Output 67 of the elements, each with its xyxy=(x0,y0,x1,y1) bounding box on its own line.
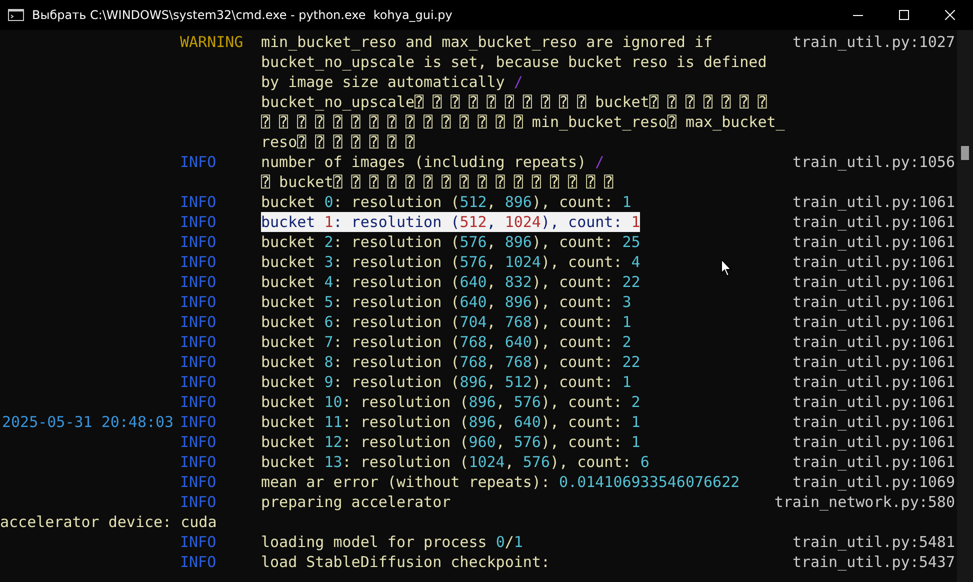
log-source: train_util.py:1061 xyxy=(792,292,956,312)
log-source: train_util.py:1061 xyxy=(792,452,956,472)
log-message: bucket 10: resolution (896, 576), count: 2 xyxy=(261,392,640,412)
scroll-thumb[interactable] xyxy=(961,146,969,160)
log-message: bucket 12: resolution (960, 576), count: 1 xyxy=(261,432,640,452)
window-title: Выбрать C:\WINDOWS\system32\cmd.exe - python.exe kohya_gui.py xyxy=(32,8,454,22)
log-message: load StableDiffusion checkpoint: xyxy=(261,552,550,572)
log-level: INFO xyxy=(180,192,218,212)
maximize-icon xyxy=(899,10,909,20)
log-message: bucket 2: resolution (576, 896), count: 25 xyxy=(261,232,640,252)
close-icon xyxy=(945,10,955,20)
log-source: train_util.py:1061 xyxy=(792,352,956,372)
log-level: INFO xyxy=(180,352,218,372)
log-level: INFO xyxy=(180,552,218,572)
log-source: train_util.py:1061 xyxy=(792,372,956,392)
log-message: bucket 1: resolution (512, 1024), count: 1 xyxy=(261,212,640,232)
log-source: train_util.py:1061 xyxy=(792,412,956,432)
log-message: bucket 0: resolution (512, 896), count: 1 xyxy=(261,192,632,212)
log-source: train_util.py:1061 xyxy=(792,392,956,412)
log-message: bucket 6: resolution (704, 768), count: 1 xyxy=(261,312,632,332)
log-source: train_util.py:1061 xyxy=(792,212,956,232)
log-source: train_util.py:1061 xyxy=(792,432,956,452)
log-level: INFO xyxy=(180,292,218,312)
log-source: train_util.py:1069 xyxy=(792,472,956,492)
scrollbar[interactable] xyxy=(957,30,973,582)
log-source: train_util.py:1061 xyxy=(792,252,956,272)
log-level: INFO xyxy=(180,492,218,512)
log-source: train_util.py:1061 xyxy=(792,332,956,352)
log-source: train_util.py:1056 xyxy=(792,152,956,172)
log-message: preparing accelerator xyxy=(261,492,451,512)
log-message: bucket 8: resolution (768, 768), count: 22 xyxy=(261,352,640,372)
log-timestamp: 2025-05-31 20:48:03 xyxy=(1,412,175,432)
log-source: train_util.py:1027 xyxy=(792,32,956,52)
log-level: INFO xyxy=(180,152,218,172)
log-level: INFO xyxy=(180,272,218,292)
log-level: INFO xyxy=(180,532,218,552)
log-message: bucket 9: resolution (896, 512), count: 1 xyxy=(261,372,632,392)
log-level: WARNING xyxy=(180,32,244,52)
log-message: bucket 5: resolution (640, 896), count: 3 xyxy=(261,292,632,312)
log-level: INFO xyxy=(180,232,218,252)
log-level: INFO xyxy=(180,312,218,332)
log-source: train_util.py:1061 xyxy=(792,192,956,212)
log-source: train_util.py:1061 xyxy=(792,232,956,252)
log-source: train_util.py:1061 xyxy=(792,272,956,292)
log-message: loading model for process 0/1 xyxy=(261,532,523,552)
log-level: INFO xyxy=(180,252,218,272)
log-level: INFO xyxy=(180,332,218,352)
log-source: train_network.py:580 xyxy=(774,492,956,512)
console-icon xyxy=(8,9,24,21)
log-level: INFO xyxy=(180,372,218,392)
log-level: INFO xyxy=(180,472,218,492)
mouse-pointer-icon xyxy=(721,259,732,277)
log-source: train_util.py:1061 xyxy=(792,312,956,332)
log-message: bucket 4: resolution (640, 832), count: 22 xyxy=(261,272,640,292)
log-source: train_util.py:5437 xyxy=(792,552,956,572)
log-level: INFO xyxy=(180,392,218,412)
log-message: mean ar error (without repeats): 0.014106933546076622 xyxy=(261,472,740,492)
log-level: INFO xyxy=(180,212,218,232)
log-message: bucket 11: resolution (896, 640), count: 1 xyxy=(261,412,640,432)
log-level: INFO xyxy=(180,432,218,452)
log-message: bucket 3: resolution (576, 1024), count: 4 xyxy=(261,252,640,272)
log-level: INFO xyxy=(180,452,218,472)
log-message: bucket 7: resolution (768, 640), count: 2 xyxy=(261,332,632,352)
log-source: train_util.py:5481 xyxy=(792,532,956,552)
log-message: bucket 13: resolution (1024, 576), count: 6 xyxy=(261,452,650,472)
log-level: INFO xyxy=(180,412,218,432)
log-line: accelerator device: cuda xyxy=(0,512,218,532)
